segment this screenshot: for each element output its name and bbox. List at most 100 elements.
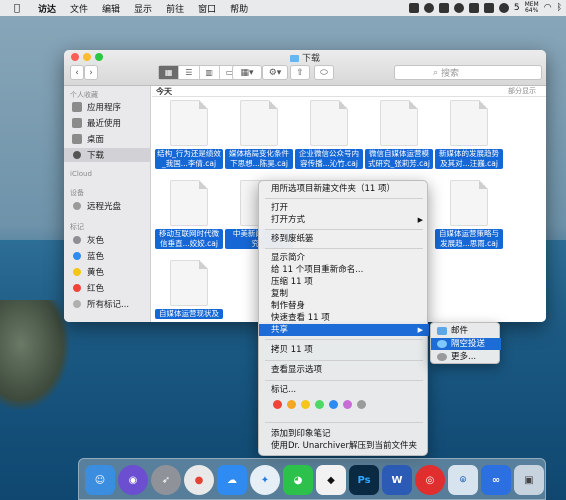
- icon-view-button[interactable]: ▦: [159, 66, 180, 79]
- sidebar-header-tags: 标记: [70, 223, 84, 231]
- file-item[interactable]: 自媒体运营策略与发展趋...思雨.caj: [434, 180, 504, 260]
- menu-window[interactable]: 窗口: [198, 2, 216, 15]
- sidebar-item-recents[interactable]: 最近使用: [72, 116, 121, 130]
- file-item[interactable]: 媒体格局变化条件下思想...陈昊.caj: [224, 100, 294, 180]
- baidu-netdisk-dock-icon[interactable]: ☁: [217, 465, 247, 495]
- file-item[interactable]: 自媒体运营现状及: [154, 260, 224, 322]
- file-item[interactable]: 移动互联网时代微信垂直...姣姣.caj: [154, 180, 224, 260]
- menu-item-open-with[interactable]: 打开方式 ▶: [259, 214, 429, 226]
- share-button[interactable]: ⇧: [290, 65, 310, 80]
- menu-edit[interactable]: 编辑: [102, 2, 120, 15]
- apple-menu-icon[interactable]: : [10, 3, 24, 14]
- battery-count[interactable]: 5: [514, 3, 520, 13]
- status-icon-2[interactable]: [468, 3, 479, 13]
- sidebar-item-desktop[interactable]: 桌面: [72, 132, 104, 146]
- sidebar-item-label: 最近使用: [87, 119, 122, 129]
- airdrop-icon: [437, 340, 447, 348]
- forward-button[interactable]: ›: [84, 65, 98, 80]
- sidebar-tag-all[interactable]: 所有标记...: [72, 297, 129, 311]
- file-name: 微信自媒体运营模式研究_张莉芳.caj: [365, 149, 433, 169]
- tag-blue-dot[interactable]: [329, 400, 338, 409]
- sidebar-item-applications[interactable]: 应用程序: [72, 100, 121, 114]
- menu-item-new-folder-with-selection[interactable]: 用所选项目新建文件夹（11 项）: [259, 183, 429, 195]
- menu-item-compress[interactable]: 压缩 11 项: [259, 276, 429, 288]
- tag-purple-dot[interactable]: [343, 400, 352, 409]
- sidebar: 个人收藏 应用程序 最近使用 桌面 下载 iCloud 设备 远程光盘 标记 灰…: [64, 86, 151, 322]
- sidebar-item-downloads[interactable]: 下载: [64, 148, 151, 162]
- word-dock-icon[interactable]: W: [382, 465, 412, 495]
- menu-item-add-to-evernote[interactable]: 添加到印象笔记: [259, 428, 429, 440]
- app-store-dock-icon[interactable]: ▣: [514, 465, 544, 495]
- qq-dock-icon[interactable]: ◆: [316, 465, 346, 495]
- sidebar-tag-blue[interactable]: 蓝色: [72, 249, 104, 263]
- tag-yellow-dot[interactable]: [301, 400, 310, 409]
- menu-separator: [265, 198, 423, 199]
- column-view-button[interactable]: ▥: [200, 66, 220, 79]
- baidu-app-dock-icon[interactable]: ∞: [481, 465, 511, 495]
- grid-icon[interactable]: [483, 3, 494, 13]
- sidebar-tag-yellow[interactable]: 黄色: [72, 265, 104, 279]
- arrange-button[interactable]: ▦▾: [232, 65, 262, 80]
- menu-item-view-options[interactable]: 查看显示选项: [259, 364, 429, 376]
- menu-item-copy[interactable]: 拷贝 11 项: [259, 344, 429, 356]
- menu-item-move-to-trash[interactable]: 移到废纸篓: [259, 233, 429, 245]
- wifi-icon[interactable]: ◠: [544, 3, 552, 13]
- menu-help[interactable]: 帮助: [230, 2, 248, 15]
- tag-gray-dot[interactable]: [357, 400, 366, 409]
- sidebar-header-favorites: 个人收藏: [70, 91, 98, 99]
- menu-item-get-info[interactable]: 显示简介: [259, 252, 429, 264]
- network-app-dock-icon[interactable]: ⌾: [448, 465, 478, 495]
- file-item[interactable]: 结构_行为还是绩效_我国...李倩.caj: [154, 100, 224, 180]
- launchpad-dock-icon[interactable]: ➶: [151, 465, 181, 495]
- menu-item-make-alias[interactable]: 制作替身: [259, 300, 429, 312]
- status-app-icon[interactable]: [438, 3, 449, 13]
- tag-red-dot[interactable]: [273, 400, 282, 409]
- action-gear-button[interactable]: ⚙▾: [262, 65, 288, 80]
- menu-view[interactable]: 显示: [134, 2, 152, 15]
- menu-item-quick-look[interactable]: 快速查看 11 项: [259, 312, 429, 324]
- menu-item-tags[interactable]: 标记...: [259, 384, 429, 396]
- list-view-button[interactable]: ☰: [179, 66, 200, 79]
- finder-dock-icon[interactable]: ☺: [85, 465, 115, 495]
- memory-indicator[interactable]: MEM 64%: [525, 2, 539, 14]
- menu-file[interactable]: 文件: [70, 2, 88, 15]
- netease-music-dock-icon[interactable]: ◎: [415, 465, 445, 495]
- dock: ☺ ◉ ➶ ● ☁ ✦ ◕ ◆ Ps W ◎ ⌾ ∞ ▣: [78, 458, 546, 500]
- share-mail[interactable]: 邮件: [431, 325, 501, 337]
- tags-button[interactable]: ⬭: [314, 65, 334, 80]
- menu-separator: [265, 380, 423, 381]
- tag-dot-icon: [73, 252, 81, 260]
- menu-item-duplicate[interactable]: 复制: [259, 288, 429, 300]
- chrome-dock-icon[interactable]: ●: [184, 465, 214, 495]
- share-airdrop[interactable]: 隔空投送: [431, 338, 501, 350]
- menu-item-open[interactable]: 打开: [259, 202, 429, 214]
- tag-orange-dot[interactable]: [287, 400, 296, 409]
- desktop-rock: [0, 300, 70, 410]
- file-item[interactable]: 微信自媒体运营模式研究_张莉芳.caj: [364, 100, 434, 180]
- menu-app-name[interactable]: 访达: [38, 2, 56, 15]
- menu-go[interactable]: 前往: [166, 2, 184, 15]
- sidebar-item-remote-disc[interactable]: 远程光盘: [72, 199, 121, 213]
- menu-item-rename[interactable]: 给 11 个项目重新命名...: [259, 264, 429, 276]
- menu-item-unarchiver[interactable]: 使用Dr. Unarchiver解压到当前文件夹: [259, 440, 429, 452]
- tag-green-dot[interactable]: [315, 400, 324, 409]
- baidu-icon[interactable]: [453, 3, 464, 13]
- file-item[interactable]: 新媒体的发展趋势及其对...汪巍.caj: [434, 100, 504, 180]
- bluetooth-icon[interactable]: ᛒ: [557, 3, 562, 13]
- search-input[interactable]: ⌕ 搜索: [394, 65, 542, 80]
- show-less-link[interactable]: 部分显示: [508, 86, 536, 96]
- menu-item-share[interactable]: 共享 ▶: [259, 324, 429, 336]
- siri-dock-icon[interactable]: ◉: [118, 465, 148, 495]
- dropbox-icon[interactable]: [408, 3, 419, 13]
- safari-dock-icon[interactable]: ✦: [250, 465, 280, 495]
- music-icon[interactable]: [423, 3, 434, 13]
- file-item[interactable]: 企业微信公众号内容传播...沁竹.caj: [294, 100, 364, 180]
- photoshop-dock-icon[interactable]: Ps: [349, 465, 379, 495]
- share-more[interactable]: 更多...: [431, 351, 501, 363]
- back-button[interactable]: ‹: [70, 65, 84, 80]
- sidebar-tag-red[interactable]: 红色: [72, 281, 104, 295]
- wechat-dock-icon[interactable]: ◕: [283, 465, 313, 495]
- wechat-icon[interactable]: [498, 3, 509, 13]
- divider: [152, 96, 546, 97]
- sidebar-tag-gray[interactable]: 灰色: [72, 233, 104, 247]
